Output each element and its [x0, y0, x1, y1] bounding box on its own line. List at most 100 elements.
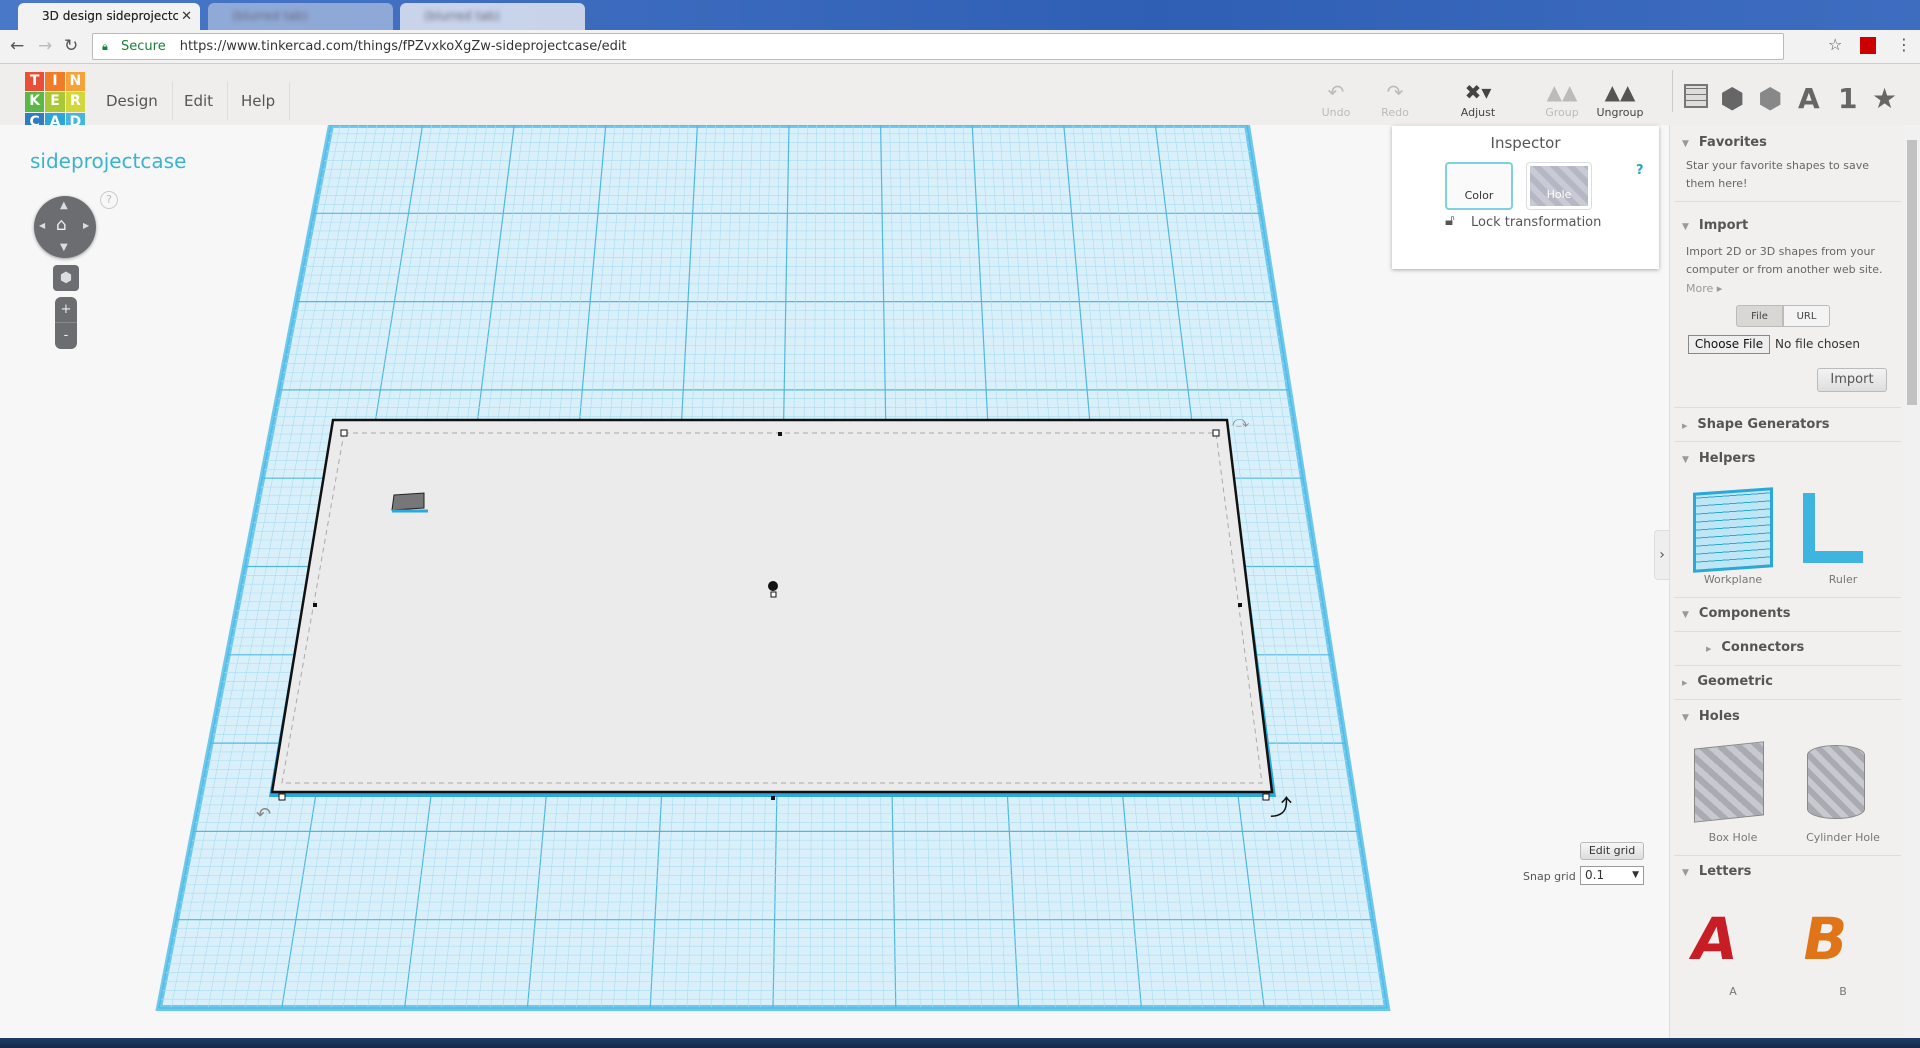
section-favorites[interactable]: ▼ Favorites: [1682, 135, 1767, 150]
letter-b-thumb[interactable]: B: [1797, 905, 1853, 973]
choose-file-button[interactable]: Choose File: [1688, 335, 1770, 354]
arrow-right-icon[interactable]: ▶: [83, 221, 89, 230]
view-navigation-wheel[interactable]: ▲ ▼ ◀ ▶ ⌂: [34, 196, 96, 258]
ungroup-icon: ▲▲: [1604, 80, 1636, 104]
logo-letter: K: [25, 92, 45, 112]
menu-edit[interactable]: Edit: [170, 82, 229, 120]
menu-design[interactable]: Design: [92, 82, 173, 120]
section-helpers[interactable]: ▼ Helpers: [1682, 451, 1755, 466]
forward-icon[interactable]: →: [38, 36, 52, 56]
favorites-desc: Star your favorite shapes to save them h…: [1686, 159, 1870, 190]
tab-3[interactable]: (blurred tab): [400, 3, 585, 30]
tab-3-title: (blurred tab): [424, 9, 500, 23]
resize-handle: [1262, 793, 1270, 801]
adjust-icon: ✖▾: [1464, 80, 1492, 104]
zoom-out-button[interactable]: -: [55, 323, 77, 349]
hole-label: Hole: [1530, 166, 1588, 206]
dropdown-arrow-icon: ▼: [1632, 870, 1639, 880]
workplane-icon[interactable]: [1684, 84, 1708, 108]
cylinder-hole-thumb[interactable]: [1807, 745, 1865, 819]
bookmark-star-icon[interactable]: ☆: [1828, 35, 1842, 54]
tab-title: 3D design sideprojectcas: [42, 9, 178, 23]
resize-handle: [771, 796, 775, 800]
center-handle: [770, 591, 777, 598]
back-icon[interactable]: ←: [10, 36, 24, 56]
resize-handle: [313, 603, 317, 607]
collapse-panel-chevron-icon[interactable]: ›: [1654, 530, 1669, 580]
app-toolbar: TINKERCAD Design Edit Help ↶ Undo ↷ Redo ✖…: [0, 64, 1920, 132]
inspector-help[interactable]: ?: [1636, 163, 1644, 178]
home-icon[interactable]: ⌂: [56, 215, 67, 235]
address-bar[interactable]: 🔒︎ Secure https://www.tinkercad.com/thing…: [92, 33, 1784, 60]
view-help-button[interactable]: ?: [100, 191, 118, 209]
section-letters[interactable]: ▼ Letters: [1682, 864, 1751, 879]
reload-icon[interactable]: ↻: [64, 36, 78, 56]
scrollbar-thumb[interactable]: [1907, 140, 1917, 405]
redo-icon: ↷: [1386, 80, 1404, 104]
group-button[interactable]: ▲▲ Group: [1532, 80, 1592, 119]
star-icon[interactable]: ★: [1872, 82, 1897, 115]
section-geometric[interactable]: ▶ Geometric: [1682, 674, 1773, 689]
menu-help[interactable]: Help: [227, 82, 291, 120]
workplane-helper-thumb[interactable]: [1693, 487, 1773, 573]
zoom-in-button[interactable]: +: [55, 297, 77, 323]
snap-grid-select[interactable]: ▼ 0.1: [1580, 866, 1644, 885]
ruler-helper-thumb[interactable]: [1803, 493, 1863, 563]
expanded-triangle-icon: ▼: [1682, 139, 1689, 149]
cylinder-hole-label: Cylinder Hole: [1806, 831, 1880, 844]
arrow-down-icon[interactable]: ▼: [60, 242, 68, 253]
adjust-button[interactable]: ✖▾ Adjust: [1448, 80, 1508, 119]
lock-transformation-label[interactable]: Lock transformation: [1471, 215, 1601, 230]
design-title[interactable]: sideprojectcase: [30, 149, 186, 173]
box-icon[interactable]: ⬢: [1720, 82, 1744, 115]
expanded-triangle-icon: ▼: [1682, 713, 1689, 723]
arrow-left-icon[interactable]: ◀: [39, 221, 45, 230]
box-hole-thumb[interactable]: [1694, 741, 1764, 823]
letter-a-icon[interactable]: A: [1798, 82, 1820, 115]
rotate-handle-icon: ↶: [256, 804, 271, 825]
tab-2[interactable]: (blurred tab): [208, 3, 393, 30]
file-toggle[interactable]: File: [1736, 305, 1783, 327]
divider: [1672, 70, 1673, 112]
letter-a-thumb[interactable]: A: [1686, 905, 1743, 973]
close-tab-icon[interactable]: ✕: [181, 3, 192, 30]
color-button[interactable]: Color: [1445, 162, 1513, 210]
url-toggle[interactable]: URL: [1783, 305, 1830, 327]
import-button[interactable]: Import: [1817, 368, 1887, 392]
section-holes[interactable]: ▼ Holes: [1682, 709, 1740, 724]
ungroup-button[interactable]: ▲▲ Ungroup: [1590, 80, 1650, 119]
section-shape-generators[interactable]: ▶ Shape Generators: [1682, 417, 1829, 432]
tab-2-title: (blurred tab): [232, 9, 308, 23]
lock-icon: 🔒︎: [102, 40, 108, 53]
edit-grid-button[interactable]: Edit grid: [1580, 842, 1644, 860]
section-import[interactable]: ▼ Import: [1682, 218, 1748, 233]
arrow-up-icon[interactable]: ▲: [60, 200, 68, 211]
logo-letter: I: [45, 72, 65, 92]
more-link[interactable]: More ▸: [1686, 280, 1896, 298]
menu-icon[interactable]: ⋮: [1896, 35, 1912, 54]
box-hole-label: Box Hole: [1708, 831, 1758, 844]
hole-box-icon[interactable]: ⬢: [1758, 82, 1782, 115]
redo-button[interactable]: ↷ Redo: [1365, 80, 1425, 119]
view-cube-icon[interactable]: ⬢: [53, 265, 79, 291]
rotate-handle-icon: ⤼: [1232, 412, 1249, 431]
collapsed-triangle-icon: ▶: [1706, 645, 1712, 653]
section-components[interactable]: ▼ Components: [1682, 606, 1790, 621]
tab-active[interactable]: 3D design sideprojectcase 3D design side…: [18, 3, 200, 30]
url-text: https://www.tinkercad.com/things/fPZvxko…: [179, 39, 627, 54]
resize-handle: [278, 793, 286, 801]
expanded-triangle-icon: ▼: [1682, 222, 1689, 232]
number-1-icon[interactable]: 1: [1838, 82, 1857, 115]
collapsed-triangle-icon: ▶: [1682, 679, 1688, 687]
tinkercad-logo[interactable]: TINKERCAD: [25, 72, 85, 132]
hole-button[interactable]: Hole: [1526, 162, 1592, 210]
3d-viewport[interactable]: ⤼ ⤴ ↶ sideprojectcase ▲ ▼ ◀ ▶ ⌂ ? ⬢ + - In…: [0, 125, 1669, 1038]
selected-box: [270, 418, 1274, 794]
undo-icon: ↶: [1327, 80, 1345, 104]
secure-label: Secure: [121, 39, 166, 54]
unlock-icon[interactable]: 🔓︎: [1445, 211, 1455, 229]
panel-scrollbar[interactable]: [1904, 125, 1920, 1038]
pdf-extension-icon[interactable]: [1860, 37, 1876, 54]
section-connectors[interactable]: ▶ Connectors: [1706, 640, 1804, 655]
undo-button[interactable]: ↶ Undo: [1306, 80, 1366, 119]
